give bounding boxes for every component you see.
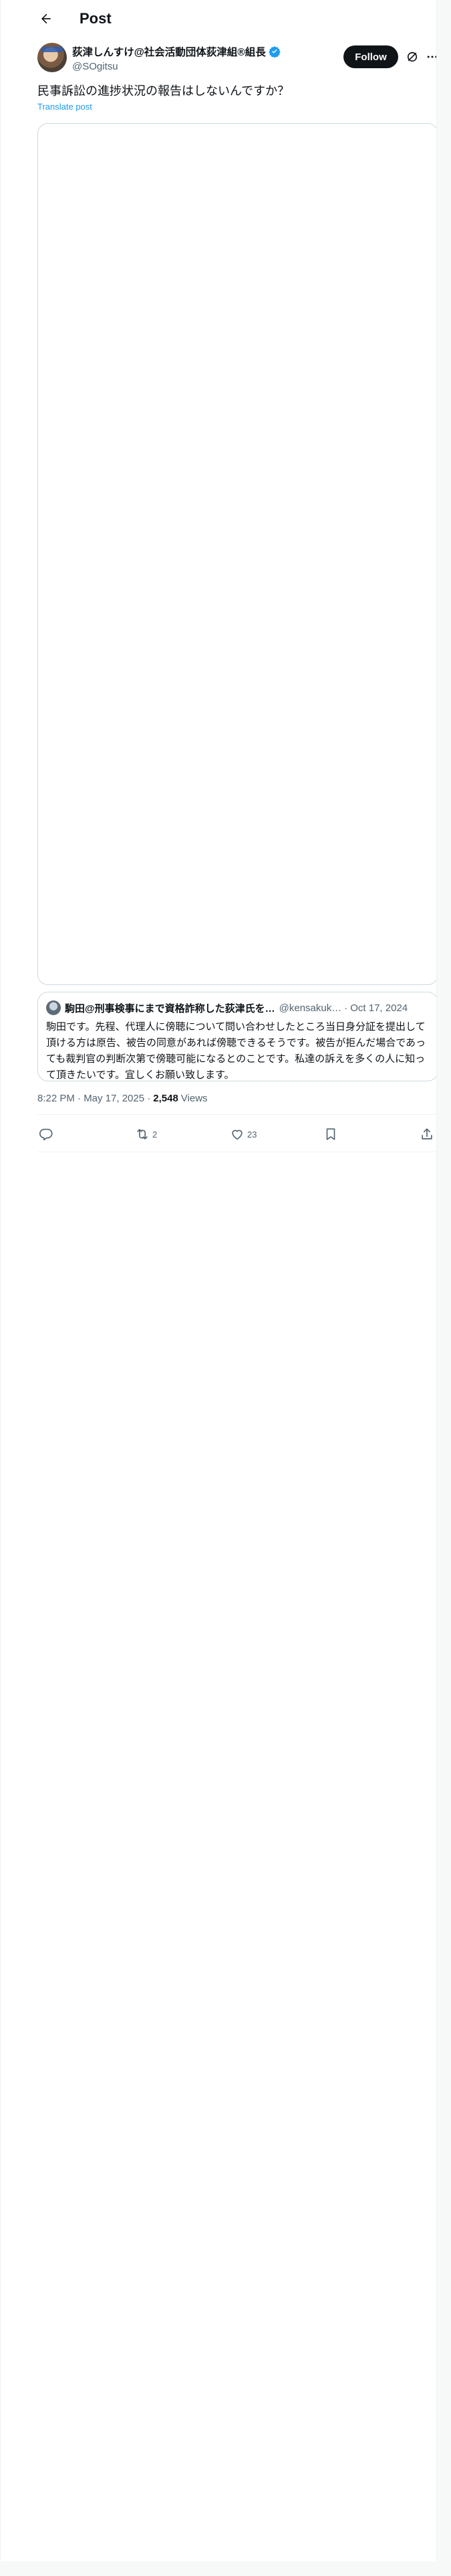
views-label: Views <box>180 1092 208 1104</box>
quoted-display-name: 駒田@刑事検事にまで資格詐称した荻津氏を… <box>65 1002 275 1014</box>
like-count: 23 <box>247 1129 257 1140</box>
post-meta: 8:22 PM · May 17, 2025 · 2,548 Views <box>37 1090 208 1106</box>
quoted-post-header: 駒田@刑事検事にまで資格詐称した荻津氏を… @kensakuk… · Oct 1… <box>46 1000 431 1015</box>
quoted-post[interactable]: 駒田@刑事検事にまで資格詐称した荻津氏を… @kensakuk… · Oct 1… <box>37 992 438 1081</box>
share-icon <box>422 1128 432 1140</box>
back-arrow-icon <box>41 13 51 24</box>
follow-button[interactable]: Follow <box>343 45 398 68</box>
repost-icon <box>137 1129 148 1140</box>
post-text: 民事訴訟の進捗状況の報告はしないんですか？ <box>37 84 290 98</box>
repost-button[interactable]: 2 <box>135 1118 157 1150</box>
like-icon <box>232 1130 243 1140</box>
translate-link[interactable]: Translate post <box>37 102 92 112</box>
divider <box>0 0 1 2576</box>
media-attachment[interactable] <box>37 123 438 985</box>
quoted-handle: @kensakuk… <box>279 1002 342 1014</box>
page-footer-strip <box>0 2561 451 2576</box>
post-timestamp[interactable]: 8:22 PM · May 17, 2025 · <box>37 1093 150 1104</box>
author-names: 荻津しんすけ@社会活動団体荻津組®組長 @SOgitsu <box>72 44 281 72</box>
bookmark-icon <box>326 1128 335 1140</box>
page-title: Post <box>80 10 112 27</box>
repost-count: 2 <box>152 1129 158 1140</box>
author-name-text: 荻津しんすけ@社会活動団体荻津組®組長 <box>72 47 266 58</box>
action-bar: 2 23 <box>37 1118 438 1150</box>
avatar[interactable] <box>37 43 67 72</box>
quoted-avatar <box>46 1000 61 1015</box>
quoted-text: 駒田です。先程、代理人に傍聴について問い合わせしたところ当日身分証を提出して頂け… <box>46 1021 426 1081</box>
back-button[interactable] <box>33 5 59 32</box>
quoted-separator: · <box>344 1002 348 1014</box>
top-bar: Post <box>0 0 436 37</box>
page: Post 荻津しんすけ@社会活動団体荻津組®組長 @SOgitsu Follow… <box>0 0 451 2576</box>
author-handle[interactable]: @SOgitsu <box>72 61 281 72</box>
share-button[interactable] <box>420 1118 434 1150</box>
views-count: 2,548 <box>153 1092 178 1104</box>
like-button[interactable]: 23 <box>230 1118 257 1150</box>
author-row: 荻津しんすけ@社会活動団体荻津組®組長 @SOgitsu Follow <box>37 43 438 75</box>
verified-badge-icon <box>269 46 281 58</box>
reply-button[interactable] <box>39 1118 56 1150</box>
author-display-name[interactable]: 荻津しんすけ@社会活動団体荻津組®組長 <box>72 44 281 59</box>
sidebar-edge <box>436 0 451 2576</box>
bookmark-button[interactable] <box>323 1118 338 1150</box>
grok-icon <box>407 51 418 62</box>
quoted-date: Oct 17, 2024 <box>350 1002 408 1014</box>
divider <box>37 1114 438 1115</box>
grok-button[interactable] <box>404 48 421 66</box>
reply-icon <box>39 1128 53 1141</box>
